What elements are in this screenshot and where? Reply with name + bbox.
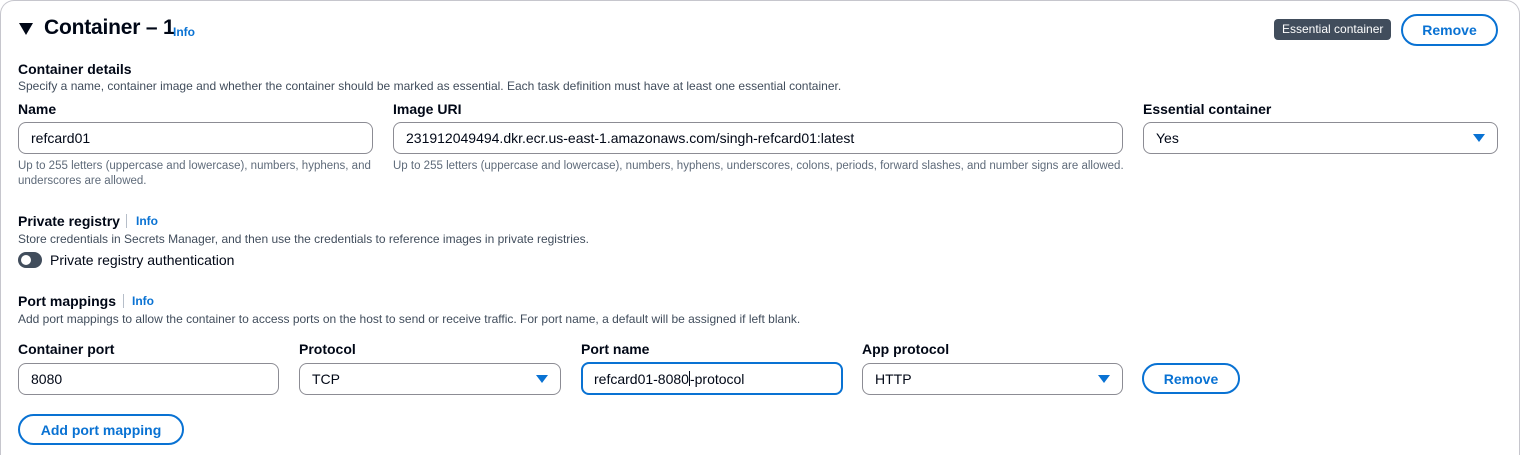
container-port-label: Container port [18,341,115,357]
caret-down-icon[interactable] [19,23,33,35]
container-details-description: Specify a name, container image and whet… [18,79,842,93]
divider [126,214,127,228]
toggle-knob [21,255,31,265]
port-name-value-end: -protocol [689,370,745,387]
essential-container-label: Essential container [1143,101,1272,117]
app-protocol-value: HTTP [875,371,912,387]
image-uri-constraint-text: Up to 255 letters (uppercase and lowerca… [393,160,1124,172]
app-protocol-label: App protocol [862,341,950,357]
essential-container-select[interactable]: Yes [1143,122,1498,154]
container-port-input[interactable]: 8080 [18,363,279,395]
port-name-label: Port name [581,341,650,357]
private-registry-title: Private registry [18,213,120,229]
private-registry-toggle-label[interactable]: Private registry authentication [50,252,234,268]
port-name-input[interactable]: refcard01-8080 -protocol [581,362,843,395]
essential-container-badge: Essential container [1274,19,1392,40]
container-port-value: 8080 [31,371,63,387]
essential-container-value: Yes [1156,130,1179,146]
protocol-select[interactable]: TCP [299,363,561,395]
protocol-label: Protocol [299,341,356,357]
remove-port-mapping-button[interactable]: Remove [1142,363,1240,394]
name-input-value: refcard01 [31,130,91,146]
image-uri-label: Image URI [393,101,462,117]
chevron-down-icon [536,375,548,383]
private-registry-description: Store credentials in Secrets Manager, an… [18,232,589,246]
container-info-link[interactable]: Info [173,25,195,39]
chevron-down-icon [1098,375,1110,383]
container-title[interactable]: Container – 1 [44,16,175,40]
port-mappings-description: Add port mappings to allow the container… [18,312,801,326]
container-panel: Container – 1 Info Essential container R… [0,0,1520,455]
chevron-down-icon [1473,134,1485,142]
name-constraint-text: Up to 255 letters (uppercase and lowerca… [18,160,371,187]
add-port-mapping-button[interactable]: Add port mapping [18,414,184,445]
port-mappings-info-link[interactable]: Info [132,294,154,308]
app-protocol-select[interactable]: HTTP [862,363,1123,395]
private-registry-toggle[interactable] [18,252,42,268]
name-label: Name [18,101,57,117]
divider [123,294,124,308]
name-input[interactable]: refcard01 [18,122,373,154]
private-registry-info-link[interactable]: Info [136,214,158,228]
port-name-value-start: refcard01-8080 [594,370,689,387]
image-uri-input-value: 231912049494.dkr.ecr.us-east-1.amazonaws… [406,130,855,146]
image-uri-input[interactable]: 231912049494.dkr.ecr.us-east-1.amazonaws… [393,122,1123,154]
protocol-value: TCP [312,371,340,387]
container-details-title: Container details [18,61,132,77]
port-mappings-title: Port mappings [18,293,117,309]
remove-container-button[interactable]: Remove [1401,14,1498,46]
